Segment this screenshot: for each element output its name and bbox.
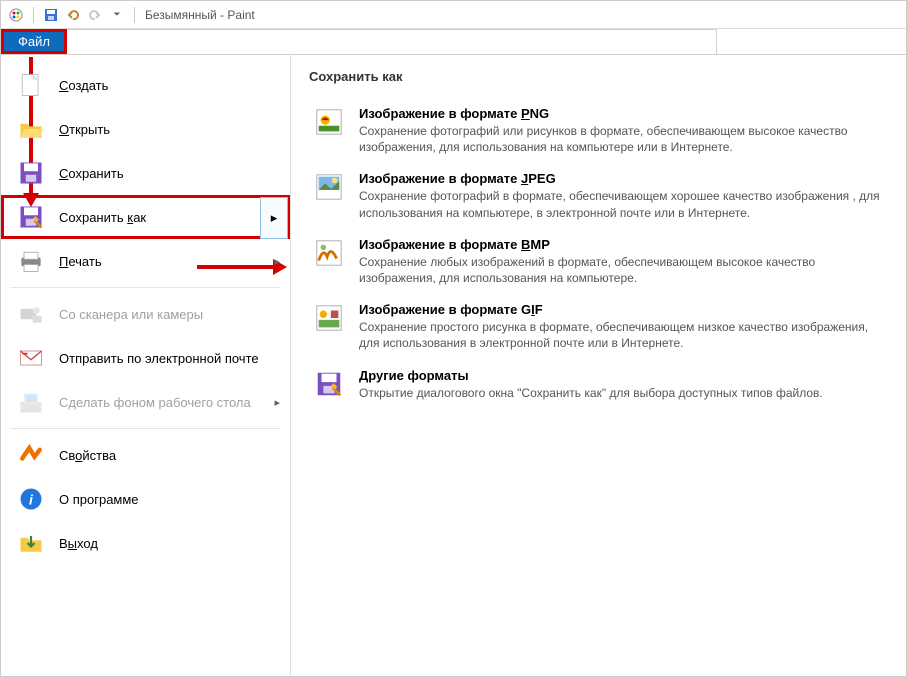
- menu-item-label: Печать: [59, 254, 268, 269]
- menu-item-5: Со сканера или камеры: [1, 292, 290, 336]
- menu-item-label: Сделать фоном рабочего стола: [59, 395, 268, 410]
- menu-item-label: О программе: [59, 492, 280, 507]
- menu-item-icon: [15, 69, 47, 101]
- format-text: Другие форматы Открытие диалогового окна …: [359, 368, 884, 401]
- format-text: Изображение в формате BMP Сохранение любы…: [359, 237, 884, 286]
- window-title: Безымянный - Paint: [145, 8, 255, 22]
- format-icon: [313, 368, 345, 400]
- submenu-arrow-icon: ▸: [274, 396, 280, 409]
- qat-customize-icon[interactable]: ⏷: [109, 7, 125, 23]
- format-title: Изображение в формате PNG: [359, 106, 884, 121]
- menu-item-icon: [15, 527, 47, 559]
- qat-divider-2: [134, 7, 135, 23]
- menu-item-icon: [15, 245, 47, 277]
- menu-item-label: Сохранить: [59, 166, 280, 181]
- menu-item-1[interactable]: Открыть: [1, 107, 290, 151]
- menu-item-icon: [15, 157, 47, 189]
- titlebar: ⏷ Безымянный - Paint: [1, 1, 906, 29]
- format-desc: Сохранение любых изображений в формате, …: [359, 254, 884, 286]
- submenu-title: Сохранить как: [309, 69, 888, 84]
- menu-item-7: Сделать фоном рабочего стола ▸: [1, 380, 290, 424]
- file-menu-panel: СоздатьОткрытьСохранитьСохранить как▸Печ…: [1, 55, 906, 676]
- file-menu-left: СоздатьОткрытьСохранитьСохранить как▸Печ…: [1, 55, 291, 676]
- menu-item-icon: [15, 342, 47, 374]
- menu-item-icon: [15, 439, 47, 471]
- format-title: Изображение в формате JPEG: [359, 171, 884, 186]
- redo-icon[interactable]: [87, 7, 103, 23]
- menu-item-label: Отправить по электронной почте: [59, 351, 280, 366]
- format-option-3[interactable]: Изображение в формате GIF Сохранение прос…: [309, 294, 888, 359]
- menu-item-3[interactable]: Сохранить как▸: [1, 195, 290, 239]
- ribbon-empty-area: [67, 29, 717, 54]
- menu-item-2[interactable]: Сохранить: [1, 151, 290, 195]
- menu-item-10[interactable]: Выход: [1, 521, 290, 565]
- menu-separator: [11, 287, 280, 288]
- submenu-arrow-icon: ▸: [274, 255, 280, 268]
- submenu-split-button[interactable]: ▸: [260, 197, 288, 239]
- menu-item-9[interactable]: i О программе: [1, 477, 290, 521]
- file-tab-label: Файл: [18, 34, 50, 49]
- format-icon: [313, 106, 345, 138]
- file-tab[interactable]: Файл: [1, 29, 67, 54]
- format-title: Изображение в формате GIF: [359, 302, 884, 317]
- format-text: Изображение в формате PNG Сохранение фото…: [359, 106, 884, 155]
- format-desc: Сохранение простого рисунка в формате, о…: [359, 319, 884, 351]
- menu-item-4[interactable]: Печать ▸: [1, 239, 290, 283]
- format-title: Изображение в формате BMP: [359, 237, 884, 252]
- format-text: Изображение в формате GIF Сохранение прос…: [359, 302, 884, 351]
- app-icon: [8, 7, 24, 23]
- undo-icon[interactable]: [65, 7, 81, 23]
- menu-item-icon: i: [15, 483, 47, 515]
- menu-item-icon: [15, 386, 47, 418]
- menu-item-label: Свойства: [59, 448, 280, 463]
- menu-item-label: Сохранить как: [59, 210, 280, 225]
- format-option-1[interactable]: Изображение в формате JPEG Сохранение фот…: [309, 163, 888, 228]
- menu-item-icon: [15, 201, 47, 233]
- menu-item-label: Создать: [59, 78, 280, 93]
- format-desc: Сохранение фотографий или рисунков в фор…: [359, 123, 884, 155]
- ribbon: Файл: [1, 29, 906, 55]
- format-icon: [313, 302, 345, 334]
- format-desc: Сохранение фотографий в формате, обеспеч…: [359, 188, 884, 220]
- menu-item-8[interactable]: Свойства: [1, 433, 290, 477]
- menu-item-label: Со сканера или камеры: [59, 307, 280, 322]
- saveas-submenu: Сохранить как Изображение в формате PNG С…: [291, 55, 906, 676]
- save-icon[interactable]: [43, 7, 59, 23]
- menu-item-0[interactable]: Создать: [1, 63, 290, 107]
- menu-item-icon: [15, 298, 47, 330]
- format-title: Другие форматы: [359, 368, 884, 383]
- format-option-2[interactable]: Изображение в формате BMP Сохранение любы…: [309, 229, 888, 294]
- menu-item-6[interactable]: Отправить по электронной почте: [1, 336, 290, 380]
- menu-item-icon: [15, 113, 47, 145]
- format-text: Изображение в формате JPEG Сохранение фот…: [359, 171, 884, 220]
- format-option-4[interactable]: Другие форматы Открытие диалогового окна …: [309, 360, 888, 409]
- format-icon: [313, 171, 345, 203]
- format-icon: [313, 237, 345, 269]
- menu-separator: [11, 428, 280, 429]
- qat-divider: [33, 7, 34, 23]
- menu-item-label: Открыть: [59, 122, 280, 137]
- format-option-0[interactable]: Изображение в формате PNG Сохранение фото…: [309, 98, 888, 163]
- format-desc: Открытие диалогового окна "Сохранить как…: [359, 385, 884, 401]
- menu-item-label: Выход: [59, 536, 280, 551]
